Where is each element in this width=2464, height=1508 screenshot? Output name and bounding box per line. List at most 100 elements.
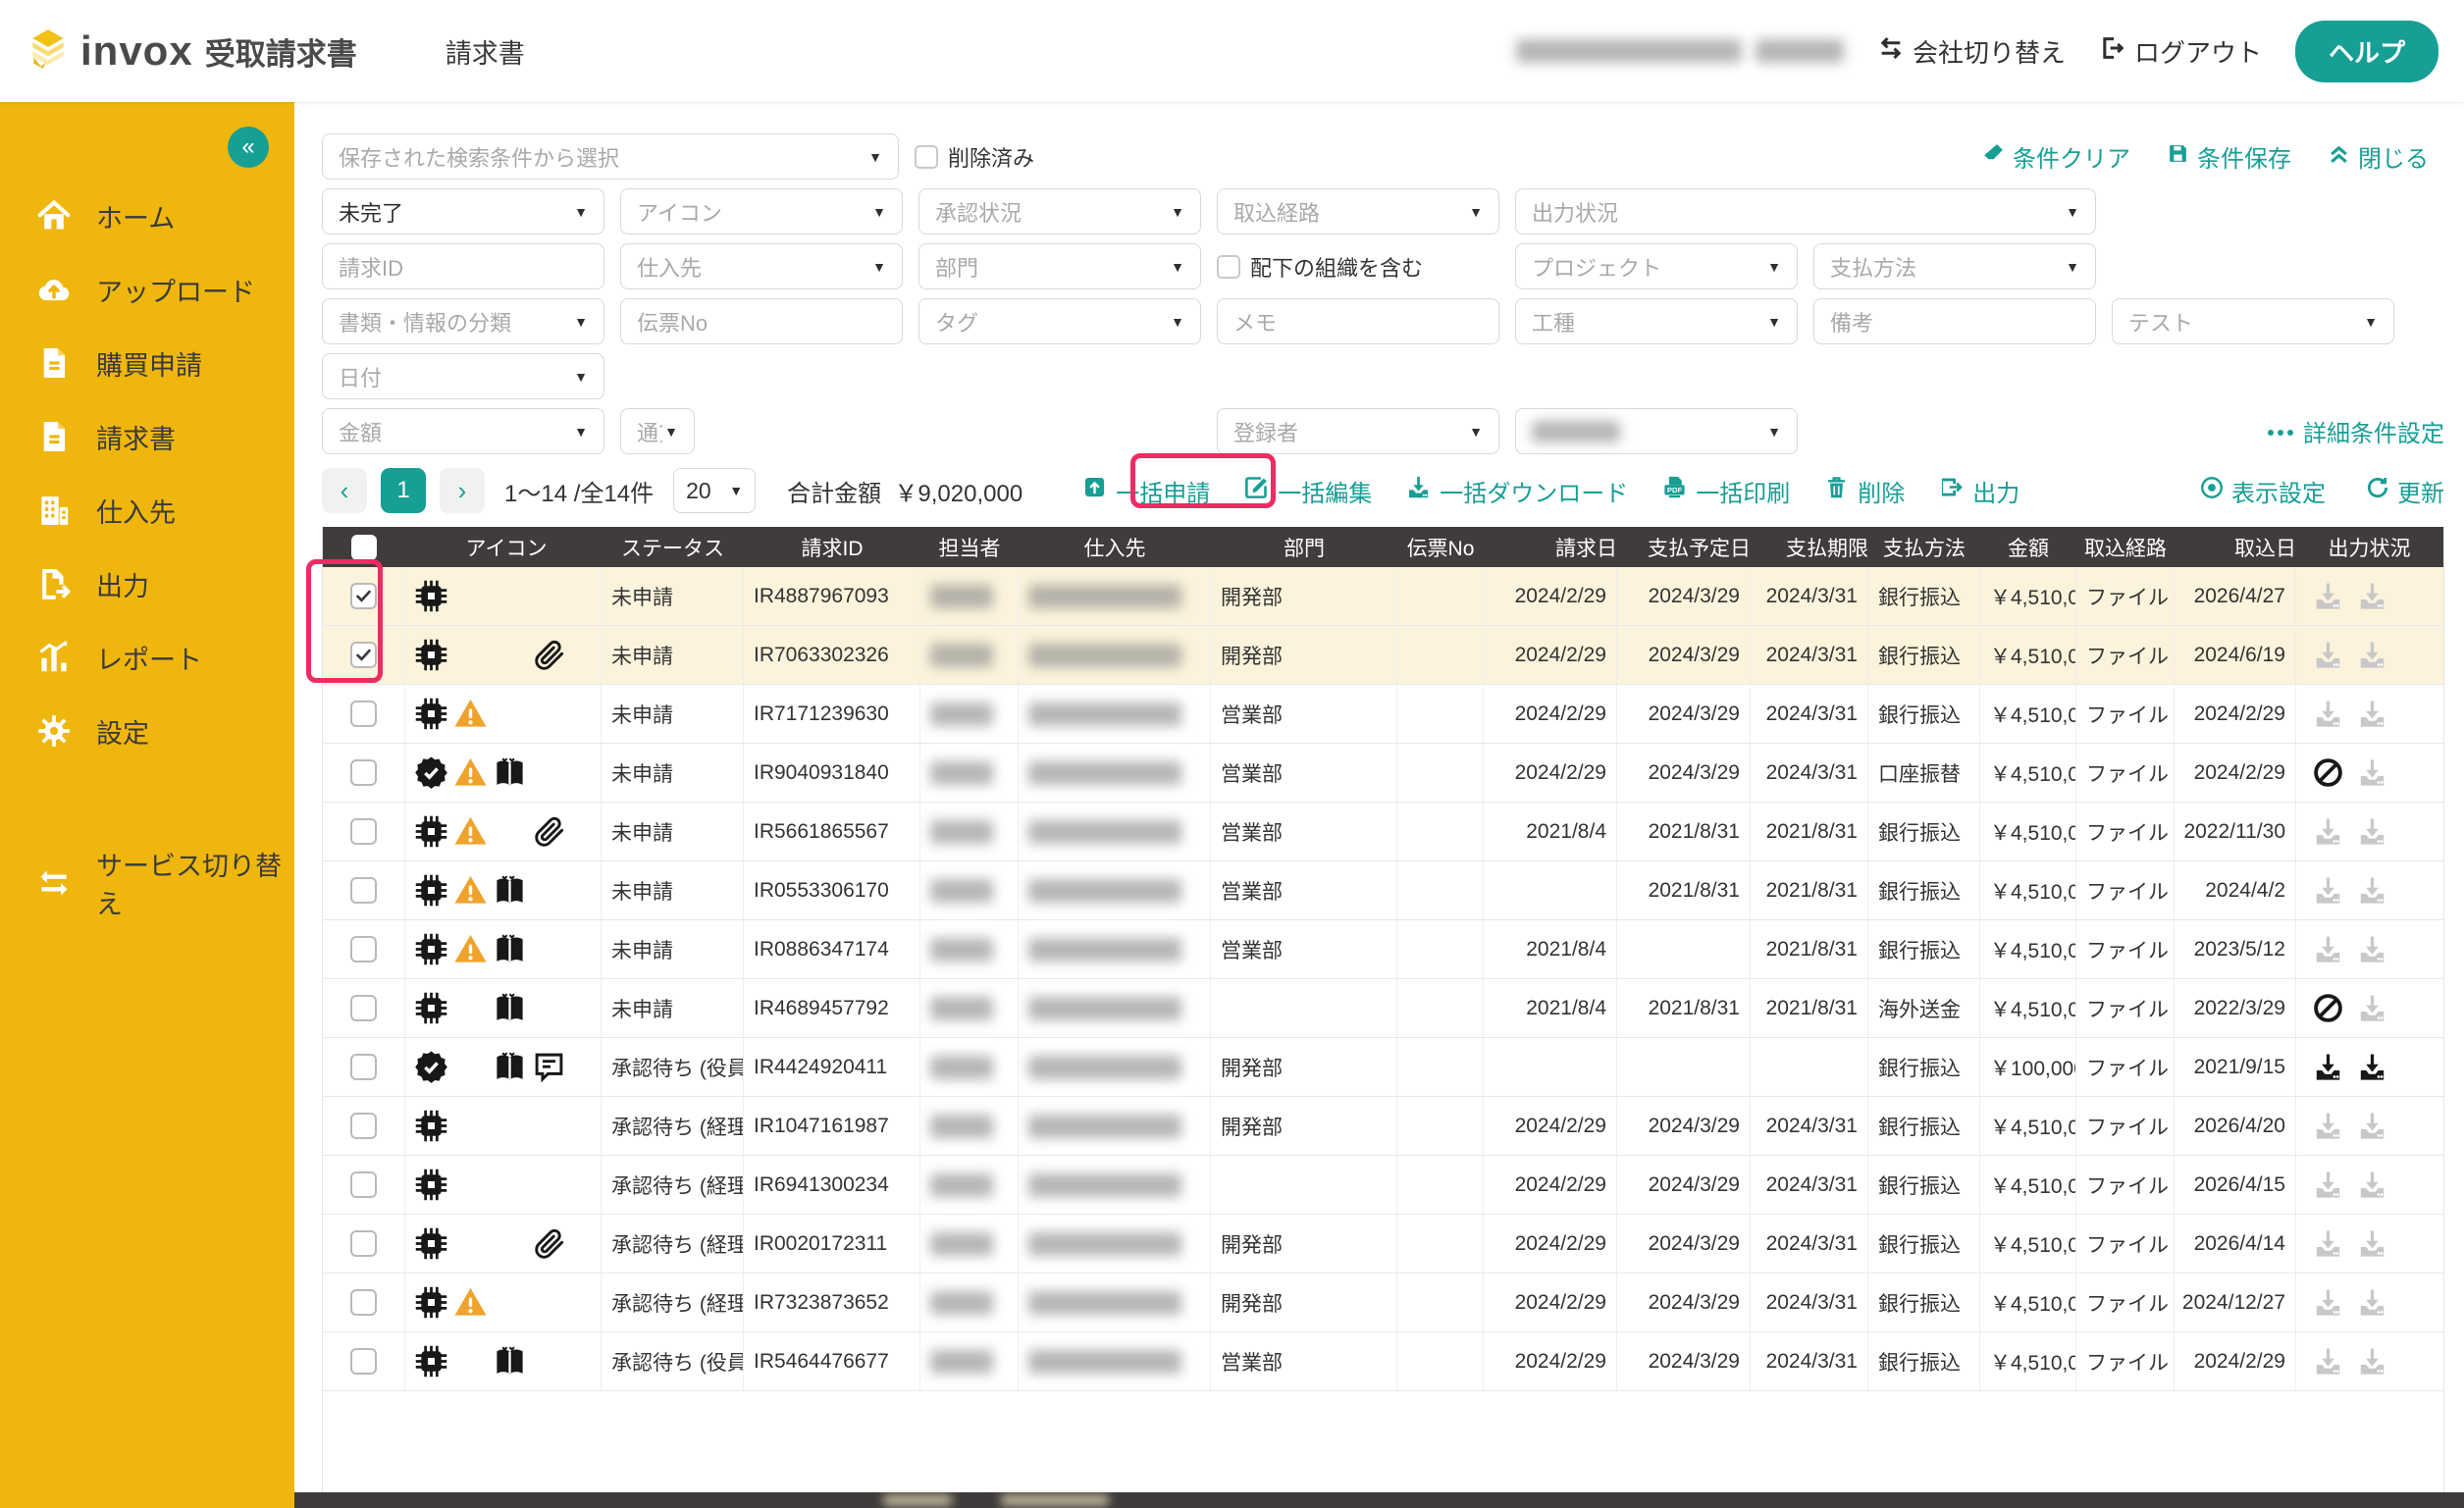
logout-button[interactable]: ログアウト — [2099, 33, 2262, 70]
close-panel-link[interactable]: 閉じる — [2327, 139, 2429, 174]
slip-no-input[interactable]: 伝票No — [620, 298, 903, 344]
approval-status-select[interactable]: 承認状況 ▼ — [918, 188, 1201, 234]
download-icon[interactable] — [2312, 1051, 2344, 1083]
table-row[interactable]: 未申請 IR7063302326 開発部 2024/2/29 2024/3/29 2024… — [323, 626, 2443, 685]
saved-search-select[interactable]: 保存された検索条件から選択 ▼ — [322, 133, 899, 180]
clear-conditions-link[interactable]: 条件クリア — [1981, 139, 2130, 174]
column-header[interactable]: 出力状況 — [2296, 527, 2427, 567]
row-checkbox[interactable] — [350, 642, 377, 668]
sidebar-item-settings[interactable]: 設定 — [0, 703, 294, 758]
download-icon[interactable] — [2356, 933, 2388, 965]
download-icon[interactable] — [2312, 1345, 2344, 1378]
download-icon[interactable] — [2312, 874, 2344, 907]
row-checkbox[interactable] — [350, 1054, 377, 1080]
sidebar-item-home[interactable]: ホーム — [0, 188, 294, 243]
bulk-apply-button[interactable]: 一括申請 — [1081, 474, 1210, 508]
column-header[interactable]: 担当者 — [920, 527, 1019, 567]
icon-filter-select[interactable]: アイコン ▼ — [620, 188, 903, 234]
download-icon[interactable] — [2312, 933, 2344, 965]
row-checkbox[interactable] — [350, 818, 377, 845]
column-header[interactable]: 支払予定日 — [1617, 527, 1751, 567]
column-header[interactable]: 伝票No — [1397, 527, 1484, 567]
doc-class-select[interactable]: 書類・情報の分類 ▼ — [322, 298, 604, 344]
completion-status-select[interactable]: 未完了 ▼ — [322, 188, 604, 234]
sidebar-item-reports[interactable]: レポート — [0, 630, 294, 685]
import-route-select[interactable]: 取込経路 ▼ — [1217, 188, 1499, 234]
table-row[interactable]: 承認待ち (役員) IR5464476677 営業部 2024/2/29 2024/3/… — [323, 1332, 2443, 1391]
tag-select[interactable]: タグ ▼ — [918, 298, 1201, 344]
table-row[interactable]: 未申請 IR4887967093 開発部 2024/2/29 2024/3/29 2024… — [323, 567, 2443, 626]
sidebar-collapse-button[interactable]: « — [228, 127, 269, 168]
advanced-conditions-link[interactable]: 詳細条件設定 — [2266, 414, 2444, 448]
column-header[interactable]: 取込日 — [2175, 527, 2296, 567]
table-row[interactable]: 承認待ち (経理) IR6941300234 2024/2/29 2024/3/29 2… — [323, 1156, 2443, 1215]
select-all-checkbox[interactable] — [351, 534, 377, 560]
download-icon[interactable] — [2356, 1169, 2388, 1201]
bulk-print-button[interactable]: PDF 一括印刷 — [1661, 474, 1790, 508]
table-row[interactable]: 未申請 IR4689457792 2021/8/4 2021/8/31 2021/8/3… — [323, 979, 2443, 1038]
deleted-checkbox[interactable]: 削除済み — [915, 141, 1034, 173]
download-icon[interactable] — [2312, 1286, 2344, 1319]
export-button[interactable]: 出力 — [1938, 474, 2019, 508]
row-checkbox[interactable] — [350, 759, 377, 786]
download-icon[interactable] — [2356, 698, 2388, 730]
row-checkbox[interactable] — [350, 995, 377, 1021]
delete-button[interactable]: 削除 — [1823, 474, 1905, 508]
download-icon[interactable] — [2356, 1110, 2388, 1142]
bulk-edit-button[interactable]: 一括編集 — [1243, 474, 1372, 508]
download-icon[interactable] — [2312, 1169, 2344, 1201]
column-header[interactable] — [323, 527, 405, 567]
download-icon[interactable] — [2312, 580, 2344, 612]
column-header[interactable]: 支払方法 — [1868, 527, 1980, 567]
save-conditions-link[interactable]: 条件保存 — [2166, 139, 2291, 174]
table-row[interactable]: 未申請 IR5661865567 営業部 2021/8/4 2021/8/31 2021/… — [323, 803, 2443, 861]
column-header[interactable]: 仕入先 — [1019, 527, 1211, 567]
date-select[interactable]: 日付 ▼ — [322, 353, 604, 399]
table-row[interactable]: 承認待ち (経理) IR1047161987 開発部 2024/2/29 2024/3/… — [323, 1097, 2443, 1156]
column-header[interactable]: 請求日 — [1484, 527, 1617, 567]
sidebar-item-upload[interactable]: アップロード — [0, 262, 294, 317]
row-checkbox[interactable] — [350, 1171, 377, 1198]
download-icon[interactable] — [2312, 639, 2344, 671]
sidebar-item-suppliers[interactable]: 仕入先 — [0, 483, 294, 538]
payment-method-select[interactable]: 支払方法 ▼ — [1813, 243, 2096, 289]
table-row[interactable]: 未申請 IR0886347174 営業部 2021/8/4 2021/8/31 銀行振込 ￥… — [323, 920, 2443, 979]
bulk-download-button[interactable]: 一括ダウンロード — [1405, 474, 1628, 508]
row-checkbox[interactable] — [350, 1230, 377, 1257]
view-settings-link[interactable]: 表示設定 — [2199, 474, 2326, 508]
company-switch-button[interactable]: 会社切り替え — [1877, 33, 2066, 70]
sidebar-item-export[interactable]: 出力 — [0, 556, 294, 611]
page-size-select[interactable]: 20 ▼ — [673, 468, 757, 513]
output-status-select[interactable]: 出力状況 ▼ — [1515, 188, 2096, 234]
download-icon[interactable] — [2356, 580, 2388, 612]
prohibited-icon[interactable] — [2312, 756, 2344, 789]
column-header[interactable]: 請求ID — [744, 527, 920, 567]
refresh-link[interactable]: 更新 — [2365, 474, 2444, 508]
download-icon[interactable] — [2356, 639, 2388, 671]
row-checkbox[interactable] — [350, 1348, 377, 1375]
row-checkbox[interactable] — [350, 583, 377, 609]
current-page-button[interactable]: 1 — [381, 468, 426, 513]
column-header[interactable]: 取込経路 — [2076, 527, 2175, 567]
row-checkbox[interactable] — [350, 1289, 377, 1316]
invoice-id-input[interactable]: 請求ID — [322, 243, 604, 289]
next-page-button[interactable]: › — [440, 468, 485, 513]
download-icon[interactable] — [2312, 1227, 2344, 1260]
download-icon[interactable] — [2356, 815, 2388, 848]
brand[interactable]: invox 受取請求書 — [26, 26, 357, 77]
row-checkbox[interactable] — [350, 936, 377, 962]
table-row[interactable]: 承認待ち (経理) IR0020172311 開発部 2024/2/29 2024/3/… — [323, 1215, 2443, 1274]
column-header[interactable]: 支払期限 — [1751, 527, 1868, 567]
row-checkbox[interactable] — [350, 1113, 377, 1139]
department-select[interactable]: 部門 ▼ — [918, 243, 1201, 289]
download-icon[interactable] — [2356, 874, 2388, 907]
column-header[interactable]: 金額 — [1980, 527, 2076, 567]
prev-page-button[interactable]: ‹ — [322, 468, 367, 513]
download-icon[interactable] — [2356, 1227, 2388, 1260]
nav-invoices[interactable]: 請求書 — [446, 39, 525, 69]
download-icon[interactable] — [2312, 815, 2344, 848]
note-input[interactable]: 備考 — [1813, 298, 2096, 344]
test-select[interactable]: テスト ▼ — [2112, 298, 2394, 344]
table-row[interactable]: 未申請 IR9040931840 営業部 2024/2/29 2024/3/29 2024… — [323, 744, 2443, 803]
download-icon[interactable] — [2356, 756, 2388, 789]
